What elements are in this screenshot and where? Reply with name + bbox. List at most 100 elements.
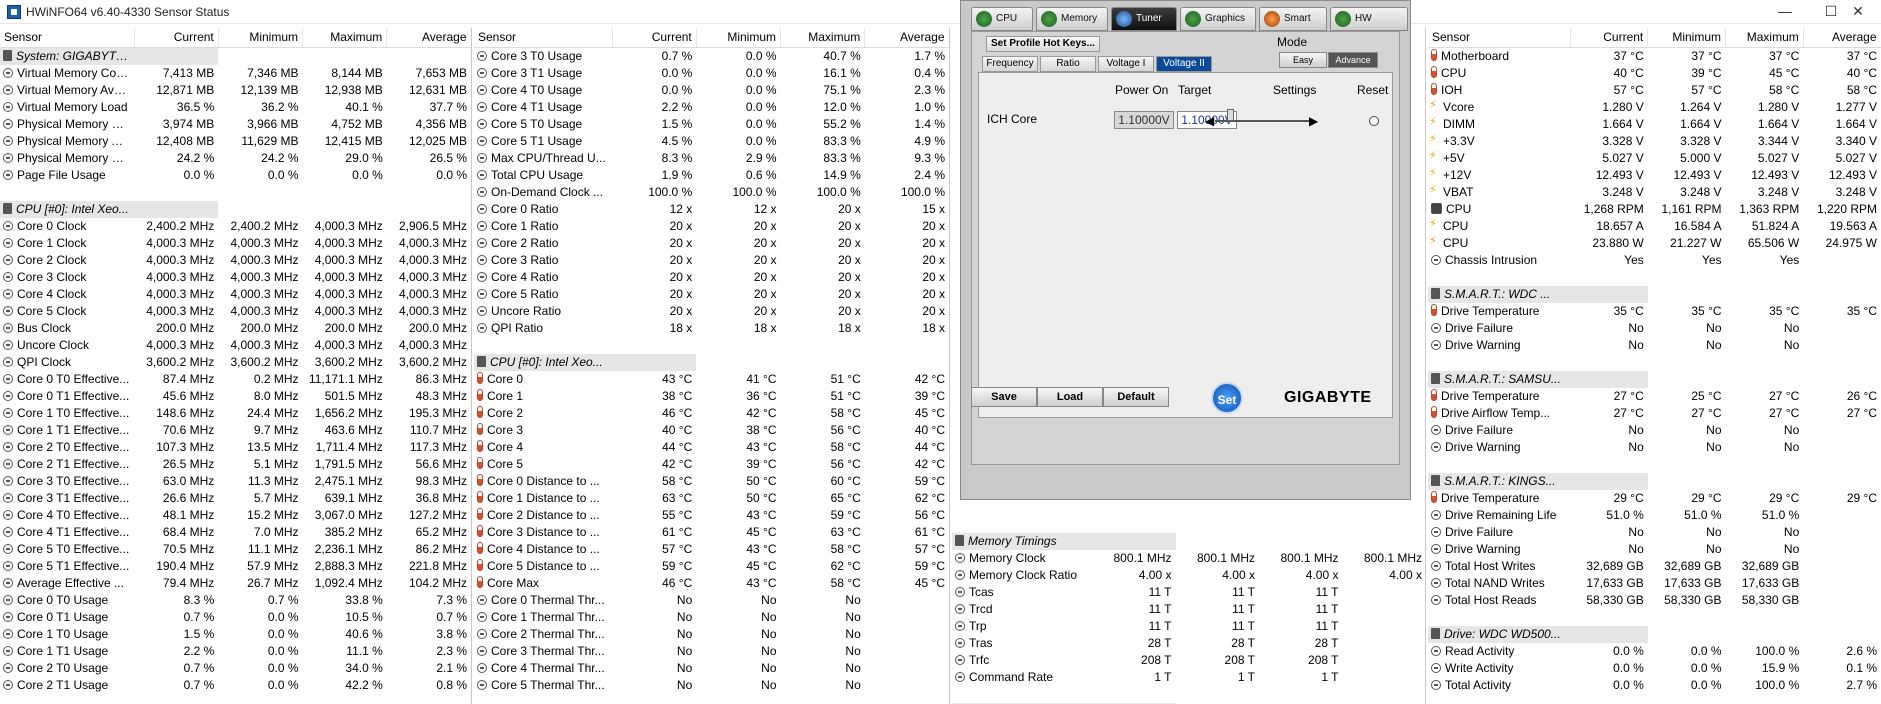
sensor-row[interactable]: Drive Warning No No No: [1428, 337, 1881, 354]
sensor-row[interactable]: Core 3 Thermal Thr... No No No: [474, 643, 949, 660]
sensor-row[interactable]: Core 5 T1 Usage 4.5 % 0.0 % 83.3 % 4.9 %: [474, 133, 949, 150]
sensor-row[interactable]: VBAT 3.248 V 3.248 V 3.248 V 3.248 V: [1428, 184, 1881, 201]
sensor-group-row[interactable]: Memory Timings: [952, 533, 1425, 550]
sensor-row[interactable]: Total CPU Usage 1.9 % 0.6 % 14.9 % 2.4 %: [474, 167, 949, 184]
load-button[interactable]: Load: [1037, 387, 1103, 407]
sensor-row[interactable]: Drive Temperature 29 °C 29 °C 29 °C 29 °C: [1428, 490, 1881, 507]
slider-right-arrow-icon[interactable]: ▶: [1309, 114, 1318, 128]
col-sensor-header[interactable]: Sensor: [474, 28, 613, 48]
sensor-row[interactable]: Core 5 T1 Effective... 190.4 MHz 57.9 MHz 2…: [0, 558, 471, 575]
sensor-row[interactable]: Core 4 Distance to ... 57 °C 43 °C 58 °C 57 …: [474, 541, 949, 558]
col-average-header[interactable]: Average: [386, 28, 471, 48]
sensor-row[interactable]: Core 0 43 °C 41 °C 51 °C 42 °C: [474, 371, 949, 388]
sensor-row[interactable]: Command Rate 1 T 1 T 1 T: [952, 669, 1425, 686]
sensor-row[interactable]: Core 0 Distance to ... 58 °C 50 °C 60 °C 59 …: [474, 473, 949, 490]
sensor-row[interactable]: Core 3 Clock 4,000.3 MHz 4,000.3 MHz 4,000.…: [0, 269, 471, 286]
sensor-group-row[interactable]: CPU [#0]: Intel Xeo...: [474, 353, 949, 371]
close-button[interactable]: ✕: [1835, 0, 1881, 24]
sensor-row[interactable]: CPU 23.880 W 21.227 W 65.506 W 24.975 W: [1428, 235, 1881, 252]
tab-cpu[interactable]: CPU: [971, 7, 1033, 31]
sensor-row[interactable]: Core 0 T0 Usage 8.3 % 0.7 % 33.8 % 7.3 %: [0, 592, 471, 609]
sensor-panel-4[interactable]: Sensor Current Minimum Maximum Average Mother…: [1428, 28, 1881, 704]
sensor-row[interactable]: Motherboard 37 °C 37 °C 37 °C 37 °C: [1428, 47, 1881, 65]
subtab-frequency[interactable]: Frequency: [982, 56, 1038, 72]
sensor-row[interactable]: Vcore 1.280 V 1.264 V 1.280 V 1.277 V: [1428, 99, 1881, 116]
sensor-row[interactable]: Memory Clock Ratio 4.00 x 4.00 x 4.00 x 4.00…: [952, 567, 1425, 584]
sensor-group-row[interactable]: CPU [#0]: Intel Xeo...: [0, 200, 471, 218]
sensor-row[interactable]: Core 2 T1 Usage 0.7 % 0.0 % 42.2 % 0.8 %: [0, 677, 471, 694]
sensor-row[interactable]: Uncore Ratio 20 x 20 x 20 x 20 x: [474, 303, 949, 320]
col-current-header[interactable]: Current: [1570, 28, 1649, 48]
col-current-header[interactable]: Current: [134, 28, 219, 48]
sensor-row[interactable]: +5V 5.027 V 5.000 V 5.027 V 5.027 V: [1428, 150, 1881, 167]
sensor-row[interactable]: Core 0 T1 Usage 0.7 % 0.0 % 10.5 % 0.7 %: [0, 609, 471, 626]
sensor-row[interactable]: Core 1 T0 Usage 1.5 % 0.0 % 40.6 % 3.8 %: [0, 626, 471, 643]
sensor-row[interactable]: Core 2 Thermal Thr... No No No: [474, 626, 949, 643]
sensor-row[interactable]: Tras 28 T 28 T 28 T: [952, 635, 1425, 652]
sensor-row[interactable]: Core 2 Distance to ... 55 °C 43 °C 59 °C 56 …: [474, 507, 949, 524]
sensor-row[interactable]: Memory Clock 800.1 MHz 800.1 MHz 800.1 MHz 8…: [952, 550, 1425, 567]
col-average-header[interactable]: Average: [864, 28, 949, 48]
sensor-row[interactable]: CPU 18.657 A 16.584 A 51.824 A 19.563 A: [1428, 218, 1881, 235]
sensor-row[interactable]: Core 5 42 °C 39 °C 56 °C 42 °C: [474, 456, 949, 473]
sensor-row[interactable]: Core 4 Thermal Thr... No No No: [474, 660, 949, 677]
sensor-row[interactable]: Core 0 T0 Effective... 87.4 MHz 0.2 MHz 11,…: [0, 371, 471, 388]
sensor-row[interactable]: Core 4 T1 Effective... 68.4 MHz 7.0 MHz 385…: [0, 524, 471, 541]
tab-tuner[interactable]: Tuner: [1111, 7, 1177, 31]
sensor-row[interactable]: Virtual Memory Com... 7,413 MB 7,346 MB 8,1…: [0, 65, 471, 82]
sensor-row[interactable]: Virtual Memory Load 36.5 % 36.2 % 40.1 % 37.…: [0, 99, 471, 116]
sensor-row[interactable]: Trcd 11 T 11 T 11 T: [952, 601, 1425, 618]
sensor-row[interactable]: Drive Remaining Life 51.0 % 51.0 % 51.0 %: [1428, 507, 1881, 524]
sensor-row[interactable]: Core 4 T0 Effective... 48.1 MHz 15.2 MHz 3,…: [0, 507, 471, 524]
sensor-panel-2[interactable]: Sensor Current Minimum Maximum Average Core 3…: [474, 28, 950, 704]
tab-graphics[interactable]: Graphics: [1180, 7, 1256, 31]
col-minimum-header[interactable]: Minimum: [1647, 28, 1726, 48]
sensor-row[interactable]: Core 1 Thermal Thr... No No No: [474, 609, 949, 626]
sensor-row[interactable]: Core 1 Distance to ... 63 °C 50 °C 65 °C 62 …: [474, 490, 949, 507]
mode-easy-button[interactable]: Easy: [1279, 52, 1327, 68]
subtab-voltage-2[interactable]: Voltage II: [1156, 56, 1212, 72]
sensor-row[interactable]: Core 3 Ratio 20 x 20 x 20 x 20 x: [474, 252, 949, 269]
sensor-row[interactable]: Trp 11 T 11 T 11 T: [952, 618, 1425, 635]
col-maximum-header[interactable]: Maximum: [780, 28, 866, 48]
sensor-row[interactable]: Core 5 Clock 4,000.3 MHz 4,000.3 MHz 4,000.…: [0, 303, 471, 320]
sensor-row[interactable]: CPU 1,268 RPM 1,161 RPM 1,363 RPM 1,220 RPM: [1428, 201, 1881, 218]
sensor-row[interactable]: QPI Ratio 18 x 18 x 18 x 18 x: [474, 320, 949, 337]
set-profile-hotkeys-button[interactable]: Set Profile Hot Keys...: [986, 36, 1100, 52]
sensor-row[interactable]: DIMM 1.664 V 1.664 V 1.664 V 1.664 V: [1428, 116, 1881, 133]
sensor-row[interactable]: Max CPU/Thread U... 8.3 % 2.9 % 83.3 % 9.3 %: [474, 150, 949, 167]
sensor-row[interactable]: Core 2 Clock 4,000.3 MHz 4,000.3 MHz 4,000.…: [0, 252, 471, 269]
sensor-row[interactable]: Core 2 46 °C 42 °C 58 °C 45 °C: [474, 405, 949, 422]
minimize-button[interactable]: —: [1762, 0, 1808, 24]
sensor-row[interactable]: Core 5 Thermal Thr... No No No: [474, 677, 949, 694]
sensor-row[interactable]: CPU 40 °C 39 °C 45 °C 40 °C: [1428, 65, 1881, 82]
sensor-row[interactable]: Tcas 11 T 11 T 11 T: [952, 584, 1425, 601]
col-maximum-header[interactable]: Maximum: [1725, 28, 1804, 48]
sensor-row[interactable]: Drive Failure No No No: [1428, 422, 1881, 439]
sensor-row[interactable]: Trfc 208 T 208 T 208 T: [952, 652, 1425, 669]
mode-advance-button[interactable]: Advance: [1328, 52, 1378, 68]
sensor-row[interactable]: Core 0 T1 Effective... 45.6 MHz 8.0 MHz 501…: [0, 388, 471, 405]
sensor-row[interactable]: Core 2 T0 Effective... 107.3 MHz 13.5 MHz 1…: [0, 439, 471, 456]
sensor-row[interactable]: Physical Memory Load 24.2 % 24.2 % 29.0 % 26…: [0, 150, 471, 167]
sensor-row[interactable]: Physical Memory Used 3,974 MB 3,966 MB 4,75…: [0, 116, 471, 133]
sensor-panel-1[interactable]: Sensor Current Minimum Maximum Average System…: [0, 28, 472, 704]
sensor-row[interactable]: Core 3 T1 Usage 0.0 % 0.0 % 16.1 % 0.4 %: [474, 65, 949, 82]
sensor-row[interactable]: Core 0 Ratio 12 x 12 x 20 x 15 x: [474, 201, 949, 218]
col-minimum-header[interactable]: Minimum: [218, 28, 304, 48]
slider-left-arrow-icon[interactable]: ◀: [1205, 114, 1214, 128]
sensor-row[interactable]: Core 1 38 °C 36 °C 51 °C 39 °C: [474, 388, 949, 405]
default-button[interactable]: Default: [1103, 387, 1169, 407]
sensor-row[interactable]: Drive Temperature 27 °C 25 °C 27 °C 26 °C: [1428, 388, 1881, 405]
sensor-row[interactable]: Core 3 T0 Usage 0.7 % 0.0 % 40.7 % 1.7 %: [474, 47, 949, 65]
sensor-row[interactable]: Total NAND Writes 17,633 GB 17,633 GB 17,63…: [1428, 575, 1881, 592]
sensor-row[interactable]: Uncore Clock 4,000.3 MHz 4,000.3 MHz 4,000.…: [0, 337, 471, 354]
sensor-row[interactable]: Core 3 T1 Effective... 26.6 MHz 5.7 MHz 639…: [0, 490, 471, 507]
sensor-row[interactable]: Core 4 Clock 4,000.3 MHz 4,000.3 MHz 4,000.…: [0, 286, 471, 303]
col-sensor-header[interactable]: Sensor: [1428, 28, 1571, 48]
sensor-row[interactable]: +12V 12.493 V 12.493 V 12.493 V 12.493 V: [1428, 167, 1881, 184]
tab-smart[interactable]: Smart: [1259, 7, 1327, 31]
sensor-row[interactable]: Core 1 Clock 4,000.3 MHz 4,000.3 MHz 4,000.…: [0, 235, 471, 252]
sensor-row[interactable]: Core 4 T0 Usage 0.0 % 0.0 % 75.1 % 2.3 %: [474, 82, 949, 99]
sensor-row[interactable]: Core 1 T1 Effective... 70.6 MHz 9.7 MHz 463…: [0, 422, 471, 439]
